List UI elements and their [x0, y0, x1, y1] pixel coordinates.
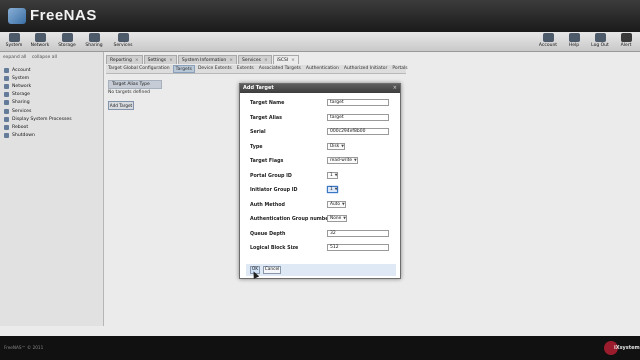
system-icon — [8, 33, 20, 42]
chevron-down-icon: ▼ — [334, 172, 338, 177]
toolbar-storage-button[interactable]: Storage — [55, 33, 79, 51]
network-icon — [34, 33, 46, 42]
close-icon[interactable]: × — [393, 85, 397, 91]
sharing-icon — [88, 33, 100, 42]
form-row-logical-block-size: Logical Block Size 512 — [242, 243, 398, 258]
ixsystems-logo: iXsystems — [604, 339, 640, 357]
toolbar-label: Log Out — [591, 43, 609, 48]
toolbar-label: Services — [113, 43, 133, 48]
field-label: Authentication Group number — [250, 217, 331, 222]
toolbar-label: Network — [30, 43, 50, 48]
form-row-target-name: Target Name target — [242, 98, 398, 113]
cancel-button[interactable]: Cancel — [263, 266, 281, 274]
add-target-dialog: Add Target × Target Name target Target A… — [239, 83, 401, 279]
dialog-button-bar: OK Cancel — [246, 264, 396, 276]
target-flags-select[interactable]: read-write ▼ — [327, 157, 358, 164]
toolbar-network-button[interactable]: Network — [28, 33, 52, 51]
toolbar-alert-button[interactable]: Alert — [614, 33, 638, 51]
app-logo: FreeNAS — [8, 7, 97, 24]
toolbar-label: Alert — [620, 43, 632, 48]
add-target-form: Target Name target Target Alias target S… — [242, 98, 398, 258]
footer: FreeNAS™ © 2011 iXsystems — [0, 336, 640, 360]
copyright-text: FreeNAS™ © 2011 — [4, 345, 44, 350]
target-name-input[interactable]: target — [327, 99, 389, 106]
field-label: Portal Group ID — [250, 173, 292, 179]
logout-icon — [594, 33, 606, 42]
toolbar-label: Storage — [58, 43, 76, 48]
select-value: Disk — [330, 143, 340, 149]
field-label: Auth Method — [250, 202, 285, 208]
select-value: Auto — [330, 201, 340, 207]
alert-icon — [620, 33, 632, 42]
field-label: Serial — [250, 130, 266, 135]
toolbar-help-button[interactable]: Help — [562, 33, 586, 51]
toolbar-label: Help — [568, 43, 580, 48]
type-select[interactable]: Disk ▼ — [327, 142, 345, 150]
toolbar-logout-button[interactable]: Log Out — [588, 33, 612, 51]
main-toolbar: System Network Storage Sharing Services … — [0, 32, 640, 52]
field-label: Logical Block Size — [250, 246, 299, 251]
help-icon — [568, 33, 580, 42]
header-banner: FreeNAS — [0, 0, 640, 32]
field-label: Target Flags — [250, 159, 284, 164]
queue-depth-input[interactable]: 32 — [327, 229, 389, 237]
logical-block-size-input[interactable]: 512 — [327, 244, 389, 251]
account-icon — [542, 33, 554, 42]
toolbar-label: Account — [538, 43, 558, 48]
freenas-logo-icon — [8, 7, 26, 24]
form-row-serial: Serial 000c294ef8b00 — [242, 127, 398, 142]
toolbar-account-button[interactable]: Account — [536, 33, 560, 51]
select-value: 1 — [330, 172, 333, 178]
initiator-group-id-select[interactable]: 1 ▼ — [327, 186, 339, 193]
storage-icon — [61, 33, 73, 42]
auth-method-select[interactable]: Auto ▼ — [327, 200, 346, 208]
toolbar-services-button[interactable]: Services — [111, 33, 135, 51]
form-row-target-alias: Target Alias target — [242, 113, 398, 128]
app-title: FreeNAS — [30, 7, 97, 24]
brand-text: iXsystems — [614, 345, 640, 351]
target-alias-input[interactable]: target — [327, 113, 389, 121]
field-label: Target Name — [250, 101, 285, 106]
toolbar-label: System — [5, 43, 23, 48]
toolbar-sharing-button[interactable]: Sharing — [82, 33, 106, 51]
chevron-down-icon: ▼ — [341, 143, 344, 148]
services-icon — [117, 33, 129, 42]
form-row-type: Type Disk ▼ — [242, 142, 398, 157]
toolbar-label: Sharing — [85, 43, 103, 48]
chevron-down-icon: ▼ — [354, 158, 357, 162]
form-row-portal-group-id: Portal Group ID 1 ▼ — [242, 171, 398, 186]
form-row-target-flags: Target Flags read-write ▼ — [242, 156, 398, 171]
chevron-down-icon: ▼ — [341, 201, 345, 206]
form-row-auth-group-number: Authentication Group number None ▼ — [242, 214, 398, 229]
field-label: Queue Depth — [250, 231, 286, 237]
select-value: read-write — [330, 158, 353, 163]
dialog-title: Add Target — [240, 84, 400, 93]
chevron-down-icon: ▼ — [334, 187, 338, 191]
chevron-down-icon: ▼ — [343, 216, 346, 220]
form-row-auth-method: Auth Method Auto ▼ — [242, 200, 398, 215]
select-value: None — [330, 216, 342, 221]
field-label: Target Alias — [250, 115, 282, 121]
field-label: Type — [250, 144, 263, 150]
field-label: Initiator Group ID — [250, 188, 298, 193]
toolbar-system-button[interactable]: System — [2, 33, 26, 51]
form-row-initiator-group-id: Initiator Group ID 1 ▼ — [242, 185, 398, 200]
form-row-queue-depth: Queue Depth 32 — [242, 229, 398, 244]
auth-group-number-select[interactable]: None ▼ — [327, 215, 347, 222]
select-value: 1 — [330, 187, 333, 192]
serial-input[interactable]: 000c294ef8b00 — [327, 128, 389, 135]
portal-group-id-select[interactable]: 1 ▼ — [327, 171, 339, 179]
